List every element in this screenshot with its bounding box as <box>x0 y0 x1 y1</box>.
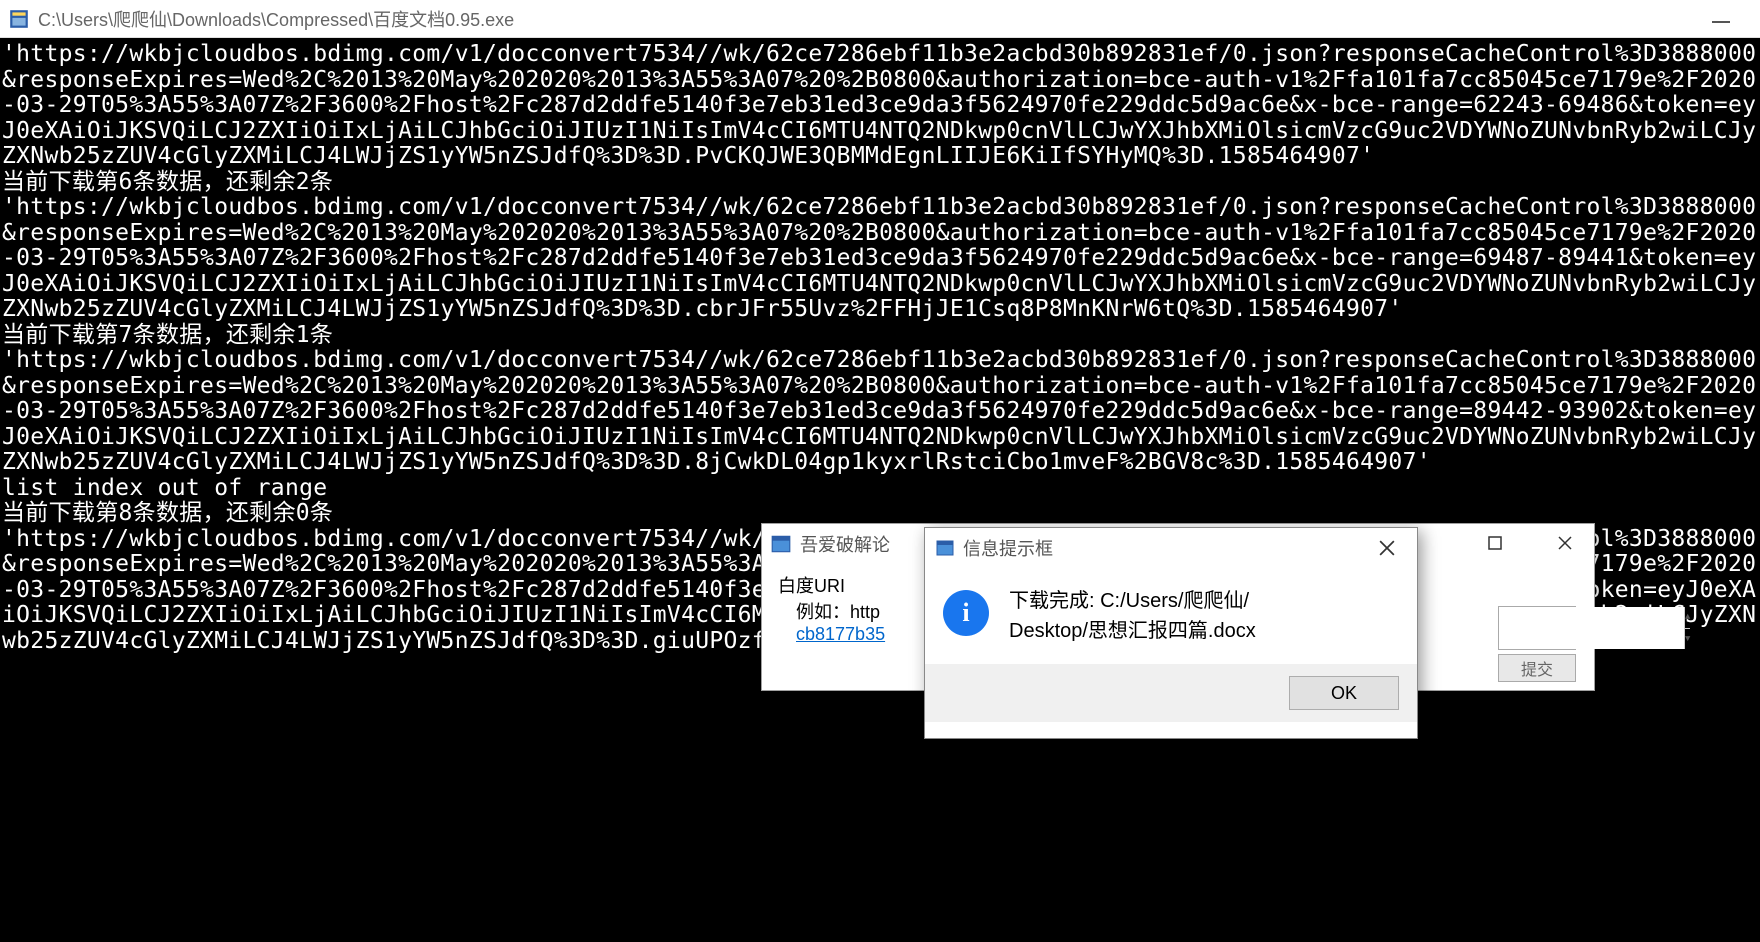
url-example-link[interactable]: cb8177b35 <box>796 624 885 644</box>
ok-button[interactable]: OK <box>1289 676 1399 710</box>
console-title-bar: C:\Users\爬爬仙\Downloads\Compressed\百度文档0.… <box>0 0 1760 38</box>
spinbox-up-icon[interactable]: ▲ <box>1685 607 1690 629</box>
info-icon: i <box>943 590 989 636</box>
message-box-close-button[interactable] <box>1367 533 1407 563</box>
console-app-icon <box>8 8 30 30</box>
console-window-title: C:\Users\爬爬仙\Downloads\Compressed\百度文档0.… <box>38 6 514 32</box>
spinbox-down-icon[interactable]: ▼ <box>1685 629 1690 650</box>
submit-button[interactable]: 提交 <box>1498 654 1576 682</box>
url-dialog-title: 吾爱破解论 <box>800 531 890 557</box>
message-box-text: 下载完成: C:/Users/爬爬仙/ Desktop/思想汇报四篇.docx <box>1009 586 1256 646</box>
message-box-titlebar[interactable]: 信息提示框 <box>925 528 1417 568</box>
message-box-title-icon <box>935 538 955 558</box>
url-example-label: 例如：http <box>796 602 880 622</box>
url-dialog-close-button[interactable] <box>1542 528 1588 558</box>
page-spinbox-input[interactable] <box>1499 607 1684 649</box>
message-box-title: 信息提示框 <box>963 535 1053 561</box>
message-box: 信息提示框 i 下载完成: C:/Users/爬爬仙/ Desktop/思想汇报… <box>924 527 1418 739</box>
url-dialog-maximize-button[interactable] <box>1472 528 1518 558</box>
url-dialog-icon <box>770 533 792 555</box>
page-spinbox[interactable]: ▲ ▼ <box>1498 606 1576 650</box>
minimize-button[interactable] <box>1698 4 1744 34</box>
console-window-controls <box>1698 4 1752 34</box>
